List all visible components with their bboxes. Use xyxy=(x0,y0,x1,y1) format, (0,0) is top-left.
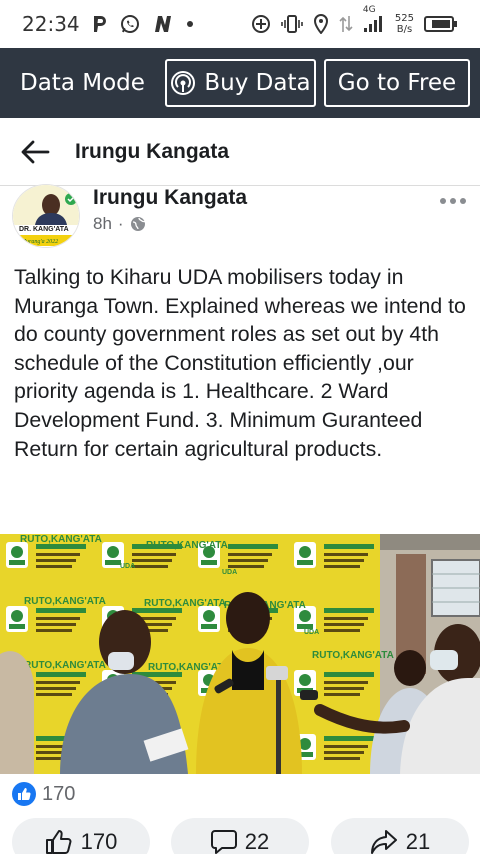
add-circle-icon xyxy=(251,14,271,34)
go-to-free-label: Go to Free xyxy=(337,70,457,96)
like-button[interactable]: 170 xyxy=(12,818,150,854)
photo-banner-text-6: RUTO,KANG'ATA xyxy=(24,660,106,671)
comment-icon xyxy=(210,829,237,854)
paypal-icon xyxy=(92,14,108,34)
photo-logo-text-2: UDA xyxy=(222,569,237,576)
buy-data-button[interactable]: Buy Data xyxy=(165,59,316,107)
like-reaction-icon xyxy=(12,782,36,806)
buy-data-label: Buy Data xyxy=(204,70,311,96)
page-header: Irungu Kangata xyxy=(0,118,480,186)
globe-icon xyxy=(130,216,146,232)
comment-count: 22 xyxy=(244,829,270,854)
status-time: 22:34 xyxy=(22,12,80,36)
data-transfer-icon xyxy=(339,14,353,34)
notification-icons xyxy=(92,14,194,34)
data-mode-label: Data Mode xyxy=(20,70,145,96)
post-photo[interactable]: RUTO,KANG'ATA RUTO,KANG'ATA RUTO,KANG'AT… xyxy=(0,534,480,774)
network-type: 4G xyxy=(362,5,376,15)
avatar-subcaption: Murang'a 2022 xyxy=(20,239,58,245)
go-to-free-button[interactable]: Go to Free xyxy=(324,59,470,107)
share-icon xyxy=(370,829,398,854)
broadcast-icon xyxy=(170,70,196,96)
speed-unit: B/s xyxy=(396,24,413,35)
speed-value: 525 xyxy=(394,13,414,24)
share-button[interactable]: 21 xyxy=(331,818,469,854)
reaction-summary[interactable]: 170 xyxy=(12,782,75,806)
photo-banner-text-2: RUTO,KANG'ATA xyxy=(20,534,102,545)
avatar[interactable]: DR. KANG'ATA Murang'a 2022 xyxy=(12,184,80,248)
location-icon xyxy=(313,14,329,34)
dot-icon xyxy=(186,20,194,28)
n-app-icon xyxy=(152,15,174,33)
photo-logo-text: UDA xyxy=(120,563,135,570)
signal-icon: 4G xyxy=(363,5,385,33)
photo-banner-text-8: RUTO,KANG'ATA xyxy=(312,650,394,661)
share-count: 21 xyxy=(405,829,431,854)
post-text: Talking to Kiharu UDA mobilisers today i… xyxy=(14,265,466,461)
status-bar: 22:34 4G 525 B/s xyxy=(0,0,480,48)
battery-icon xyxy=(424,15,458,33)
avatar-caption: DR. KANG'ATA xyxy=(19,226,69,233)
photo-banner-text-3: RUTO,KANG'ATA xyxy=(24,596,106,607)
photo-banner-text-4: RUTO,KANG'ATA xyxy=(144,598,226,609)
more-options-icon[interactable] xyxy=(440,198,466,204)
post-author[interactable]: Irungu Kangata xyxy=(93,186,247,210)
comment-button[interactable]: 22 xyxy=(171,818,309,854)
meta-separator: · xyxy=(117,214,124,233)
photo-banner-text: RUTO,KANG'ATA xyxy=(146,540,228,551)
system-icons: 4G 525 B/s xyxy=(251,5,458,35)
network-speed: 525 B/s xyxy=(395,13,414,35)
thumbs-up-icon xyxy=(45,829,73,854)
post-actions: 170 22 21 xyxy=(0,818,480,854)
like-count: 170 xyxy=(80,829,118,854)
vibrate-icon xyxy=(281,14,303,34)
data-mode-bar: Data Mode Buy Data Go to Free xyxy=(0,48,480,118)
back-arrow-icon[interactable] xyxy=(20,138,50,166)
reaction-count: 170 xyxy=(42,782,76,805)
photo-logo-text-3: UDA xyxy=(304,629,319,636)
post-time[interactable]: 8h xyxy=(93,214,112,234)
post-meta: 8h · xyxy=(93,214,146,234)
whatsapp-icon xyxy=(120,14,140,34)
page-title: Irungu Kangata xyxy=(75,140,230,163)
